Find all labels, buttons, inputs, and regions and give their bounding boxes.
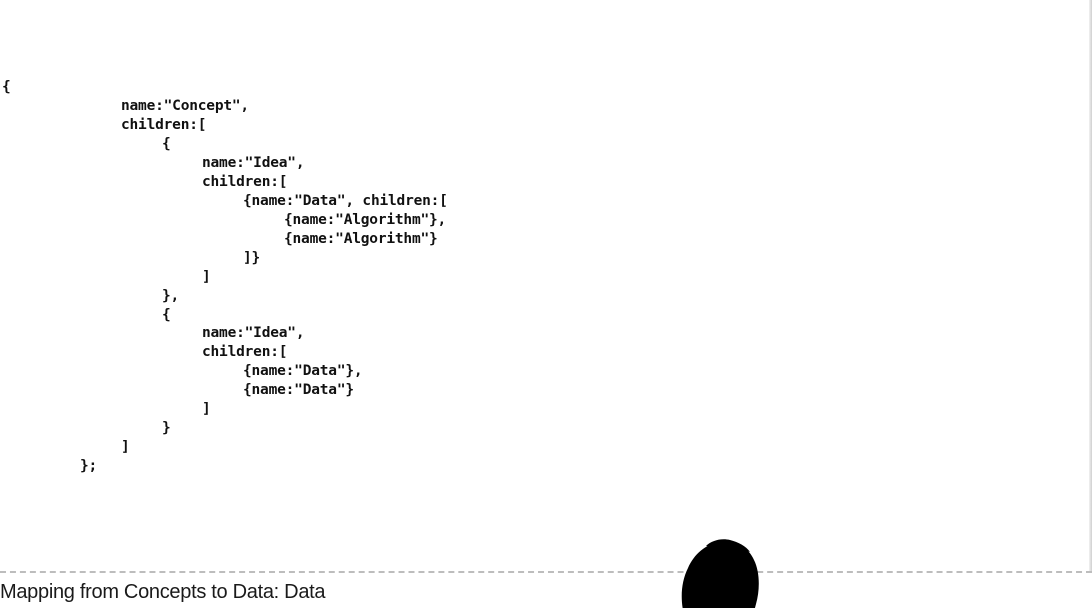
code-line: { — [162, 307, 171, 323]
code-line: }, — [162, 288, 180, 304]
slide: { name:"Concept", children:[ { name:"Ide… — [0, 0, 1092, 608]
footer-divider — [0, 571, 1092, 573]
code-line: children:[ — [121, 117, 207, 133]
code-line: }; — [80, 458, 98, 474]
code-line: {name:"Algorithm"}, — [284, 212, 447, 228]
code-line: {name:"Data", children:[ — [243, 193, 448, 209]
code-line: {name:"Algorithm"} — [284, 231, 438, 247]
code-line: children:[ — [202, 344, 288, 360]
code-line: } — [162, 420, 171, 436]
code-line: name:"Idea", — [202, 155, 305, 171]
code-line: ] — [121, 439, 130, 455]
presenter-silhouette — [681, 539, 759, 608]
code-line: ] — [202, 269, 211, 285]
slide-title: Mapping from Concepts to Data: Data — [0, 581, 326, 603]
code-line: children:[ — [202, 174, 288, 190]
code-line: name:"Concept", — [121, 98, 249, 114]
code-line: ] — [202, 401, 211, 417]
code-line: { — [162, 136, 171, 152]
code-line: { — [2, 79, 11, 95]
code-line: name:"Idea", — [202, 325, 305, 341]
code-line: {name:"Data"} — [243, 382, 354, 398]
code-line: {name:"Data"}, — [243, 363, 363, 379]
code-line: ]} — [243, 250, 261, 266]
